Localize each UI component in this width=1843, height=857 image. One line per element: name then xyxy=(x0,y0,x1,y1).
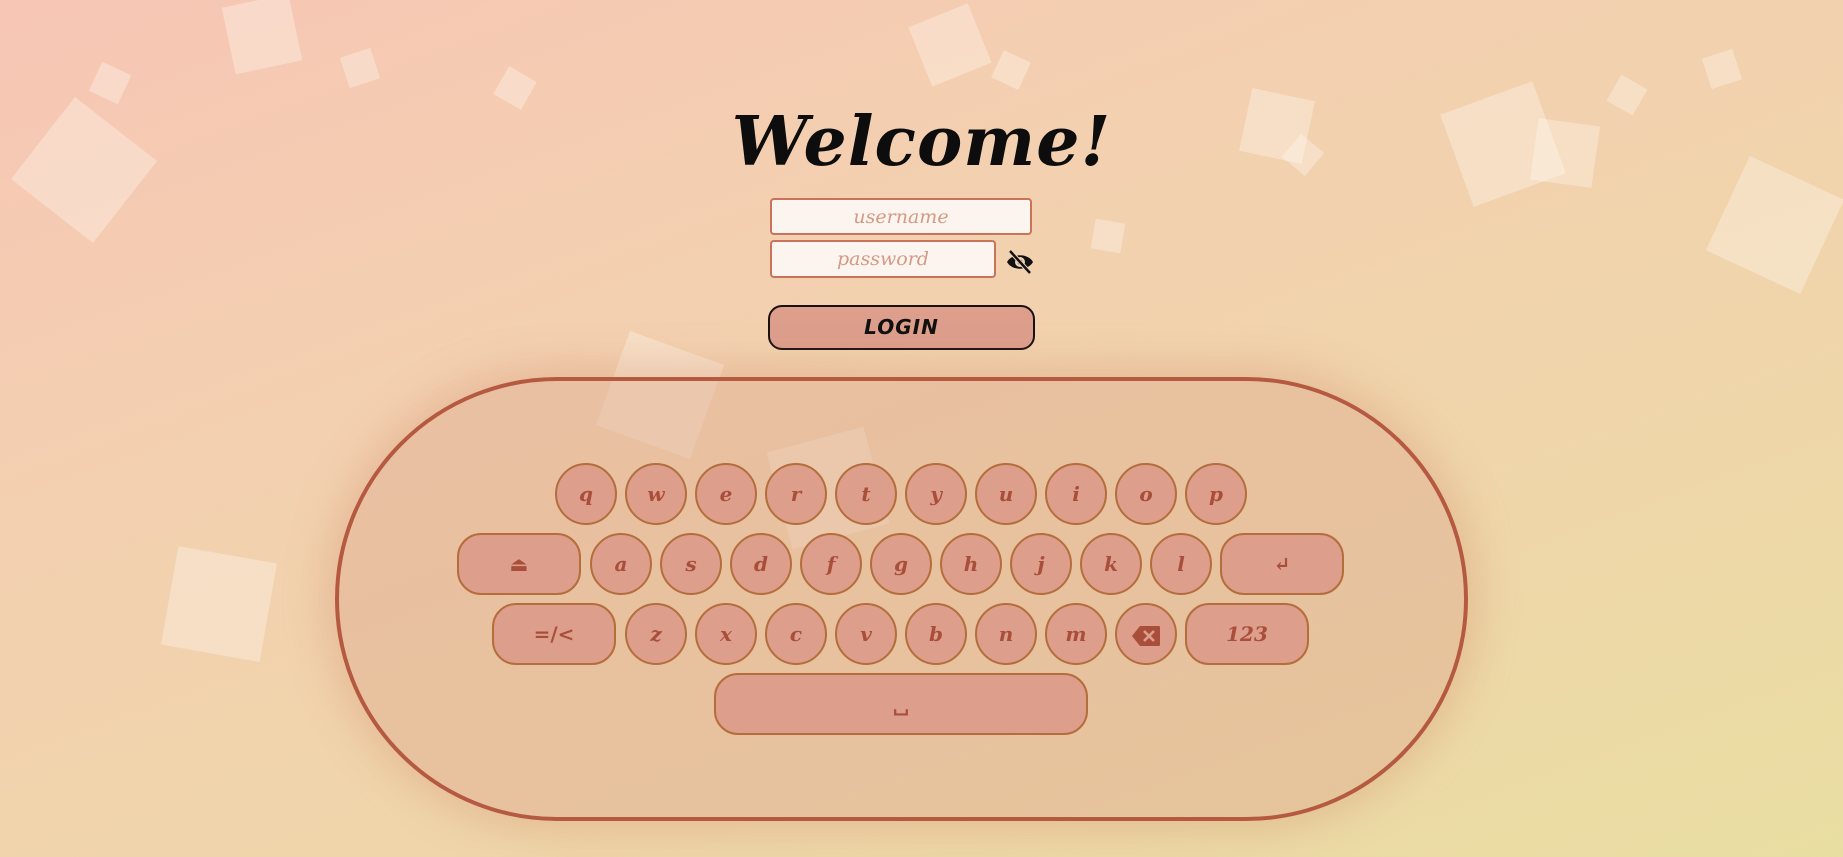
symbols-key[interactable]: =/< xyxy=(492,603,616,665)
key-j[interactable]: j xyxy=(1010,533,1072,595)
key-w[interactable]: w xyxy=(625,463,687,525)
key-g[interactable]: g xyxy=(870,533,932,595)
background-square xyxy=(1090,218,1126,254)
key-b[interactable]: b xyxy=(905,603,967,665)
background-square xyxy=(908,3,992,87)
background-square xyxy=(88,61,132,105)
background-square xyxy=(493,66,537,110)
background-square xyxy=(339,47,381,89)
key-r[interactable]: r xyxy=(765,463,827,525)
background-square xyxy=(221,0,303,75)
key-i[interactable]: i xyxy=(1045,463,1107,525)
key-n[interactable]: n xyxy=(975,603,1037,665)
key-t[interactable]: t xyxy=(835,463,897,525)
key-d[interactable]: d xyxy=(730,533,792,595)
password-input[interactable] xyxy=(770,240,996,278)
username-input[interactable] xyxy=(770,198,1032,235)
key-z[interactable]: z xyxy=(625,603,687,665)
key-q[interactable]: q xyxy=(555,463,617,525)
page-title: Welcome! xyxy=(731,101,1112,182)
background-square xyxy=(991,50,1031,90)
enter-key[interactable]: ↵ xyxy=(1220,533,1344,595)
key-y[interactable]: y xyxy=(905,463,967,525)
backspace-icon xyxy=(1131,622,1161,646)
key-m[interactable]: m xyxy=(1045,603,1107,665)
background-square xyxy=(1701,48,1743,90)
background-square xyxy=(1705,155,1843,295)
key-p[interactable]: p xyxy=(1185,463,1247,525)
key-v[interactable]: v xyxy=(835,603,897,665)
key-a[interactable]: a xyxy=(590,533,652,595)
numbers-key[interactable]: 123 xyxy=(1185,603,1309,665)
key-u[interactable]: u xyxy=(975,463,1037,525)
virtual-keyboard xyxy=(335,377,1468,821)
space-key[interactable]: ␣ xyxy=(714,673,1088,735)
key-h[interactable]: h xyxy=(940,533,1002,595)
key-l[interactable]: l xyxy=(1150,533,1212,595)
login-button[interactable]: LOGIN xyxy=(768,305,1035,350)
key-c[interactable]: c xyxy=(765,603,827,665)
key-k[interactable]: k xyxy=(1080,533,1142,595)
background-square xyxy=(161,546,277,662)
backspace-key[interactable] xyxy=(1115,603,1177,665)
key-o[interactable]: o xyxy=(1115,463,1177,525)
key-e[interactable]: e xyxy=(695,463,757,525)
key-f[interactable]: f xyxy=(800,533,862,595)
key-s[interactable]: s xyxy=(660,533,722,595)
key-x[interactable]: x xyxy=(695,603,757,665)
shift-key[interactable]: ⏏ xyxy=(457,533,581,595)
eye-off-icon[interactable] xyxy=(1005,248,1035,276)
